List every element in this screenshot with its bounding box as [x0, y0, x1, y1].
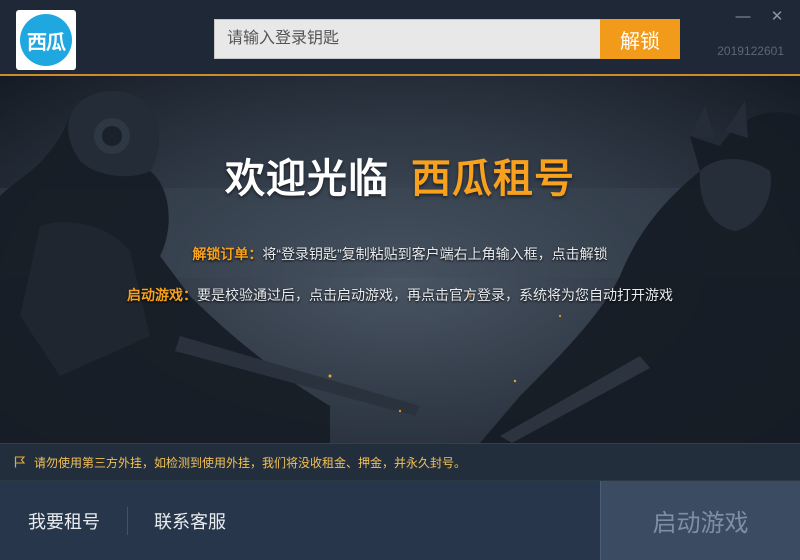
- notice-bar: 请勿使用第三方外挂，如检测到使用外挂，我们将没收租金、押金，并永久封号。: [0, 443, 800, 481]
- footer-divider: [127, 507, 128, 535]
- logo-mark: 西瓜: [20, 14, 72, 66]
- brand-text: 西瓜租号: [411, 157, 575, 201]
- welcome-banner: 欢迎光临 西瓜租号 解锁订单：将“登录钥匙”复制粘贴到客户端右上角输入框，点击解锁…: [0, 76, 800, 443]
- welcome-text: 欢迎光临: [225, 157, 389, 201]
- launch-instruction: 启动游戏：要是校验通过后，点击启动游戏，再点击官方登录，系统将为您自动打开游戏: [0, 285, 800, 305]
- app-window: 西瓜 解锁 2019122601 — ✕: [0, 0, 800, 560]
- login-key-input[interactable]: [214, 19, 600, 59]
- version-label: 2019122601: [717, 44, 784, 58]
- app-logo: 西瓜: [16, 10, 76, 70]
- welcome-headline: 欢迎光临 西瓜租号: [0, 146, 800, 204]
- launch-game-button[interactable]: 启动游戏: [600, 481, 800, 560]
- minimize-icon[interactable]: —: [732, 6, 754, 26]
- flag-icon: [14, 456, 26, 468]
- unlock-instruction: 解锁订单：将“登录钥匙”复制粘贴到客户端右上角输入框，点击解锁: [0, 244, 800, 264]
- notice-text: 请勿使用第三方外挂，如检测到使用外挂，我们将没收租金、押金，并永久封号。: [34, 455, 467, 470]
- rent-account-button[interactable]: 我要租号: [28, 481, 100, 560]
- close-icon[interactable]: ✕: [766, 6, 788, 26]
- contact-support-button[interactable]: 联系客服: [154, 481, 226, 560]
- launch-instruction-label: 启动游戏：: [127, 287, 197, 303]
- footer-bar: 我要租号 联系客服 启动游戏: [0, 481, 800, 560]
- title-bar: 西瓜 解锁 2019122601 — ✕: [0, 0, 800, 76]
- launch-instruction-text: 要是校验通过后，点击启动游戏，再点击官方登录，系统将为您自动打开游戏: [197, 287, 673, 303]
- unlock-instruction-text: 将“登录钥匙”复制粘贴到客户端右上角输入框，点击解锁: [262, 246, 608, 262]
- unlock-button[interactable]: 解锁: [600, 19, 680, 59]
- unlock-instruction-label: 解锁订单：: [192, 246, 263, 262]
